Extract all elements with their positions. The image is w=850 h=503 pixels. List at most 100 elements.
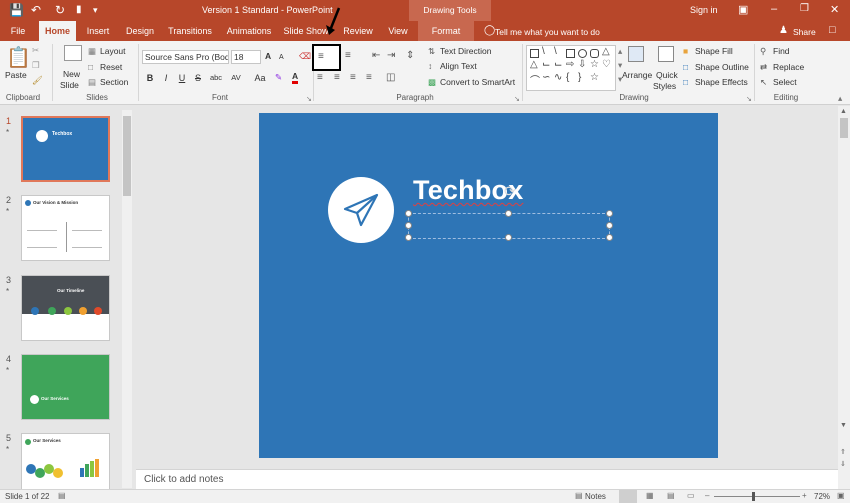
zoom-slider-track[interactable] <box>714 496 800 497</box>
resize-handle[interactable] <box>505 210 512 217</box>
comments-icon[interactable]: □ <box>829 24 836 36</box>
new-slide-button-2[interactable]: Slide <box>60 80 79 91</box>
italic-button[interactable]: I <box>160 72 172 84</box>
shape-effects-button[interactable]: Shape Effects <box>695 77 748 88</box>
slide-thumbnail-3[interactable]: Our Timeline <box>21 275 110 341</box>
star-shape-icon-2[interactable]: ☆ <box>590 72 599 83</box>
convert-to-smartart-button[interactable]: Convert to SmartArt <box>440 77 515 88</box>
gallery-scroll-up-icon[interactable]: ▴ <box>618 46 622 57</box>
save-icon[interactable]: 💾 <box>9 3 24 17</box>
increase-indent-icon[interactable]: ⇥ <box>387 50 395 61</box>
elbow-connector-shape-icon[interactable]: ⌙ <box>542 59 550 70</box>
sign-in-link[interactable]: Sign in <box>690 5 718 15</box>
copy-icon[interactable]: ❐ <box>32 60 40 71</box>
tab-design[interactable]: Design <box>122 21 158 41</box>
numbering-icon[interactable]: ≡ <box>345 50 351 61</box>
font-family-select[interactable]: Source Sans Pro (Bod <box>142 50 229 64</box>
arc-shape-icon[interactable]: ⌒ <box>530 72 540 87</box>
shadow-button[interactable]: abc <box>207 72 225 84</box>
resize-handle[interactable] <box>405 222 412 229</box>
zoom-out-icon[interactable]: – <box>705 491 709 500</box>
down-arrow-shape-icon[interactable]: ⇩ <box>578 59 586 70</box>
brace-left-shape-icon[interactable]: { <box>566 72 569 83</box>
align-center-icon[interactable]: ≡ <box>334 72 340 83</box>
triangle-shape-icon-2[interactable]: △ <box>530 59 538 70</box>
close-icon[interactable]: ✕ <box>830 3 839 16</box>
rotate-handle-icon[interactable]: ⟳ <box>504 183 516 200</box>
tab-insert[interactable]: Insert <box>82 21 114 41</box>
clear-formatting-icon[interactable]: ⌫ <box>299 51 311 62</box>
align-left-icon[interactable]: ≡ <box>317 72 323 83</box>
arrange-icon[interactable] <box>628 46 644 62</box>
tab-format[interactable]: Format <box>418 21 474 41</box>
paste-button[interactable]: Paste <box>5 70 27 81</box>
decrease-indent-icon[interactable]: ⇤ <box>372 50 380 61</box>
replace-button[interactable]: Replace <box>773 62 804 73</box>
find-button[interactable]: Find <box>773 46 790 57</box>
character-spacing-button[interactable]: AV <box>228 72 244 84</box>
share-button[interactable]: Share <box>793 27 816 37</box>
minimize-icon[interactable]: – <box>771 3 777 15</box>
undo-icon[interactable]: ↶ <box>31 3 41 17</box>
shape-fill-button[interactable]: Shape Fill <box>695 46 733 57</box>
notes-button[interactable]: Notes <box>585 492 606 501</box>
normal-view-button[interactable] <box>619 490 637 503</box>
resize-handle[interactable] <box>405 210 412 217</box>
star-shape-icon[interactable]: ☆ <box>590 59 599 70</box>
columns-icon[interactable]: ◫ <box>386 72 395 83</box>
connector-shape-icon[interactable]: ⌙ <box>554 59 562 70</box>
current-slide[interactable]: Techbox ⟳ <box>259 113 718 458</box>
notes-placeholder[interactable]: Click to add notes <box>144 474 224 485</box>
scroll-up-icon[interactable]: ▲ <box>840 108 847 115</box>
slideshow-icon[interactable]: ▭ <box>687 491 695 500</box>
brace-right-shape-icon[interactable]: } <box>578 72 581 83</box>
start-from-beginning-icon[interactable]: ▮ <box>76 3 82 17</box>
resize-handle[interactable] <box>505 234 512 241</box>
zoom-slider-thumb[interactable] <box>752 492 755 501</box>
bullets-icon[interactable]: ≡ <box>318 51 324 62</box>
quick-styles-icon[interactable] <box>658 46 674 62</box>
freeform-shape-icon[interactable]: ∿ <box>554 72 562 83</box>
previous-slide-icon[interactable]: ⇑ <box>840 448 846 456</box>
rectangle-shape-icon[interactable] <box>566 49 575 58</box>
underline-button[interactable]: U <box>176 72 188 84</box>
reading-view-icon[interactable]: ▤ <box>667 491 675 500</box>
line-shape-icon[interactable]: \ <box>542 46 545 57</box>
bold-button[interactable]: B <box>144 72 156 84</box>
customize-qat-icon[interactable]: ▾ <box>93 3 98 17</box>
reset-button[interactable]: Reset <box>100 62 122 73</box>
font-size-select[interactable]: 18 <box>231 50 261 64</box>
zoom-level[interactable]: 72% <box>814 492 830 501</box>
bullets-button-highlight[interactable] <box>312 44 341 71</box>
resize-handle[interactable] <box>405 234 412 241</box>
layout-button[interactable]: Layout <box>100 46 126 57</box>
scroll-down-icon[interactable]: ▼ <box>840 422 847 429</box>
next-slide-icon[interactable]: ⇓ <box>840 460 846 468</box>
curve-shape-icon[interactable]: ∽ <box>542 72 550 83</box>
new-slide-button[interactable]: New <box>63 69 80 80</box>
font-color-icon[interactable]: A <box>292 71 299 84</box>
tell-me-input[interactable]: Tell me what you want to do <box>495 27 600 37</box>
justify-icon[interactable]: ≡ <box>366 72 372 83</box>
heart-shape-icon[interactable]: ♡ <box>602 59 611 70</box>
slide-thumbnail-4[interactable]: Our Services <box>21 354 110 420</box>
paragraph-dialog-launcher-icon[interactable]: ↘ <box>514 94 520 105</box>
resize-handle[interactable] <box>606 210 613 217</box>
change-case-button[interactable]: Aa <box>252 72 268 84</box>
fit-to-window-icon[interactable]: ▣ <box>837 491 845 500</box>
triangle-shape-icon[interactable]: △ <box>602 46 610 57</box>
resize-handle[interactable] <box>606 222 613 229</box>
scrollbar-thumb[interactable] <box>123 116 131 196</box>
tab-file[interactable]: File <box>4 21 32 41</box>
tab-review[interactable]: Review <box>340 21 376 41</box>
shapes-gallery[interactable]: \ \ △ △ ⌙ ⌙ ⇨ ⇩ ☆ ♡ ⌒ ∽ ∿ { } ☆ <box>526 45 616 91</box>
tab-transitions[interactable]: Transitions <box>166 21 214 41</box>
font-dialog-launcher-icon[interactable]: ↘ <box>306 94 312 105</box>
shrink-font-button[interactable]: A <box>279 52 284 63</box>
redo-icon[interactable]: ↻ <box>55 3 65 17</box>
grow-font-button[interactable]: A <box>265 51 271 62</box>
slide-thumbnail-1[interactable]: Techbox <box>21 116 110 182</box>
line-spacing-icon[interactable]: ⇕ <box>406 50 414 61</box>
rounded-rectangle-shape-icon[interactable] <box>590 49 599 58</box>
slide-scrollbar[interactable]: ▲ ▼ ⇑ ⇓ <box>838 106 850 489</box>
